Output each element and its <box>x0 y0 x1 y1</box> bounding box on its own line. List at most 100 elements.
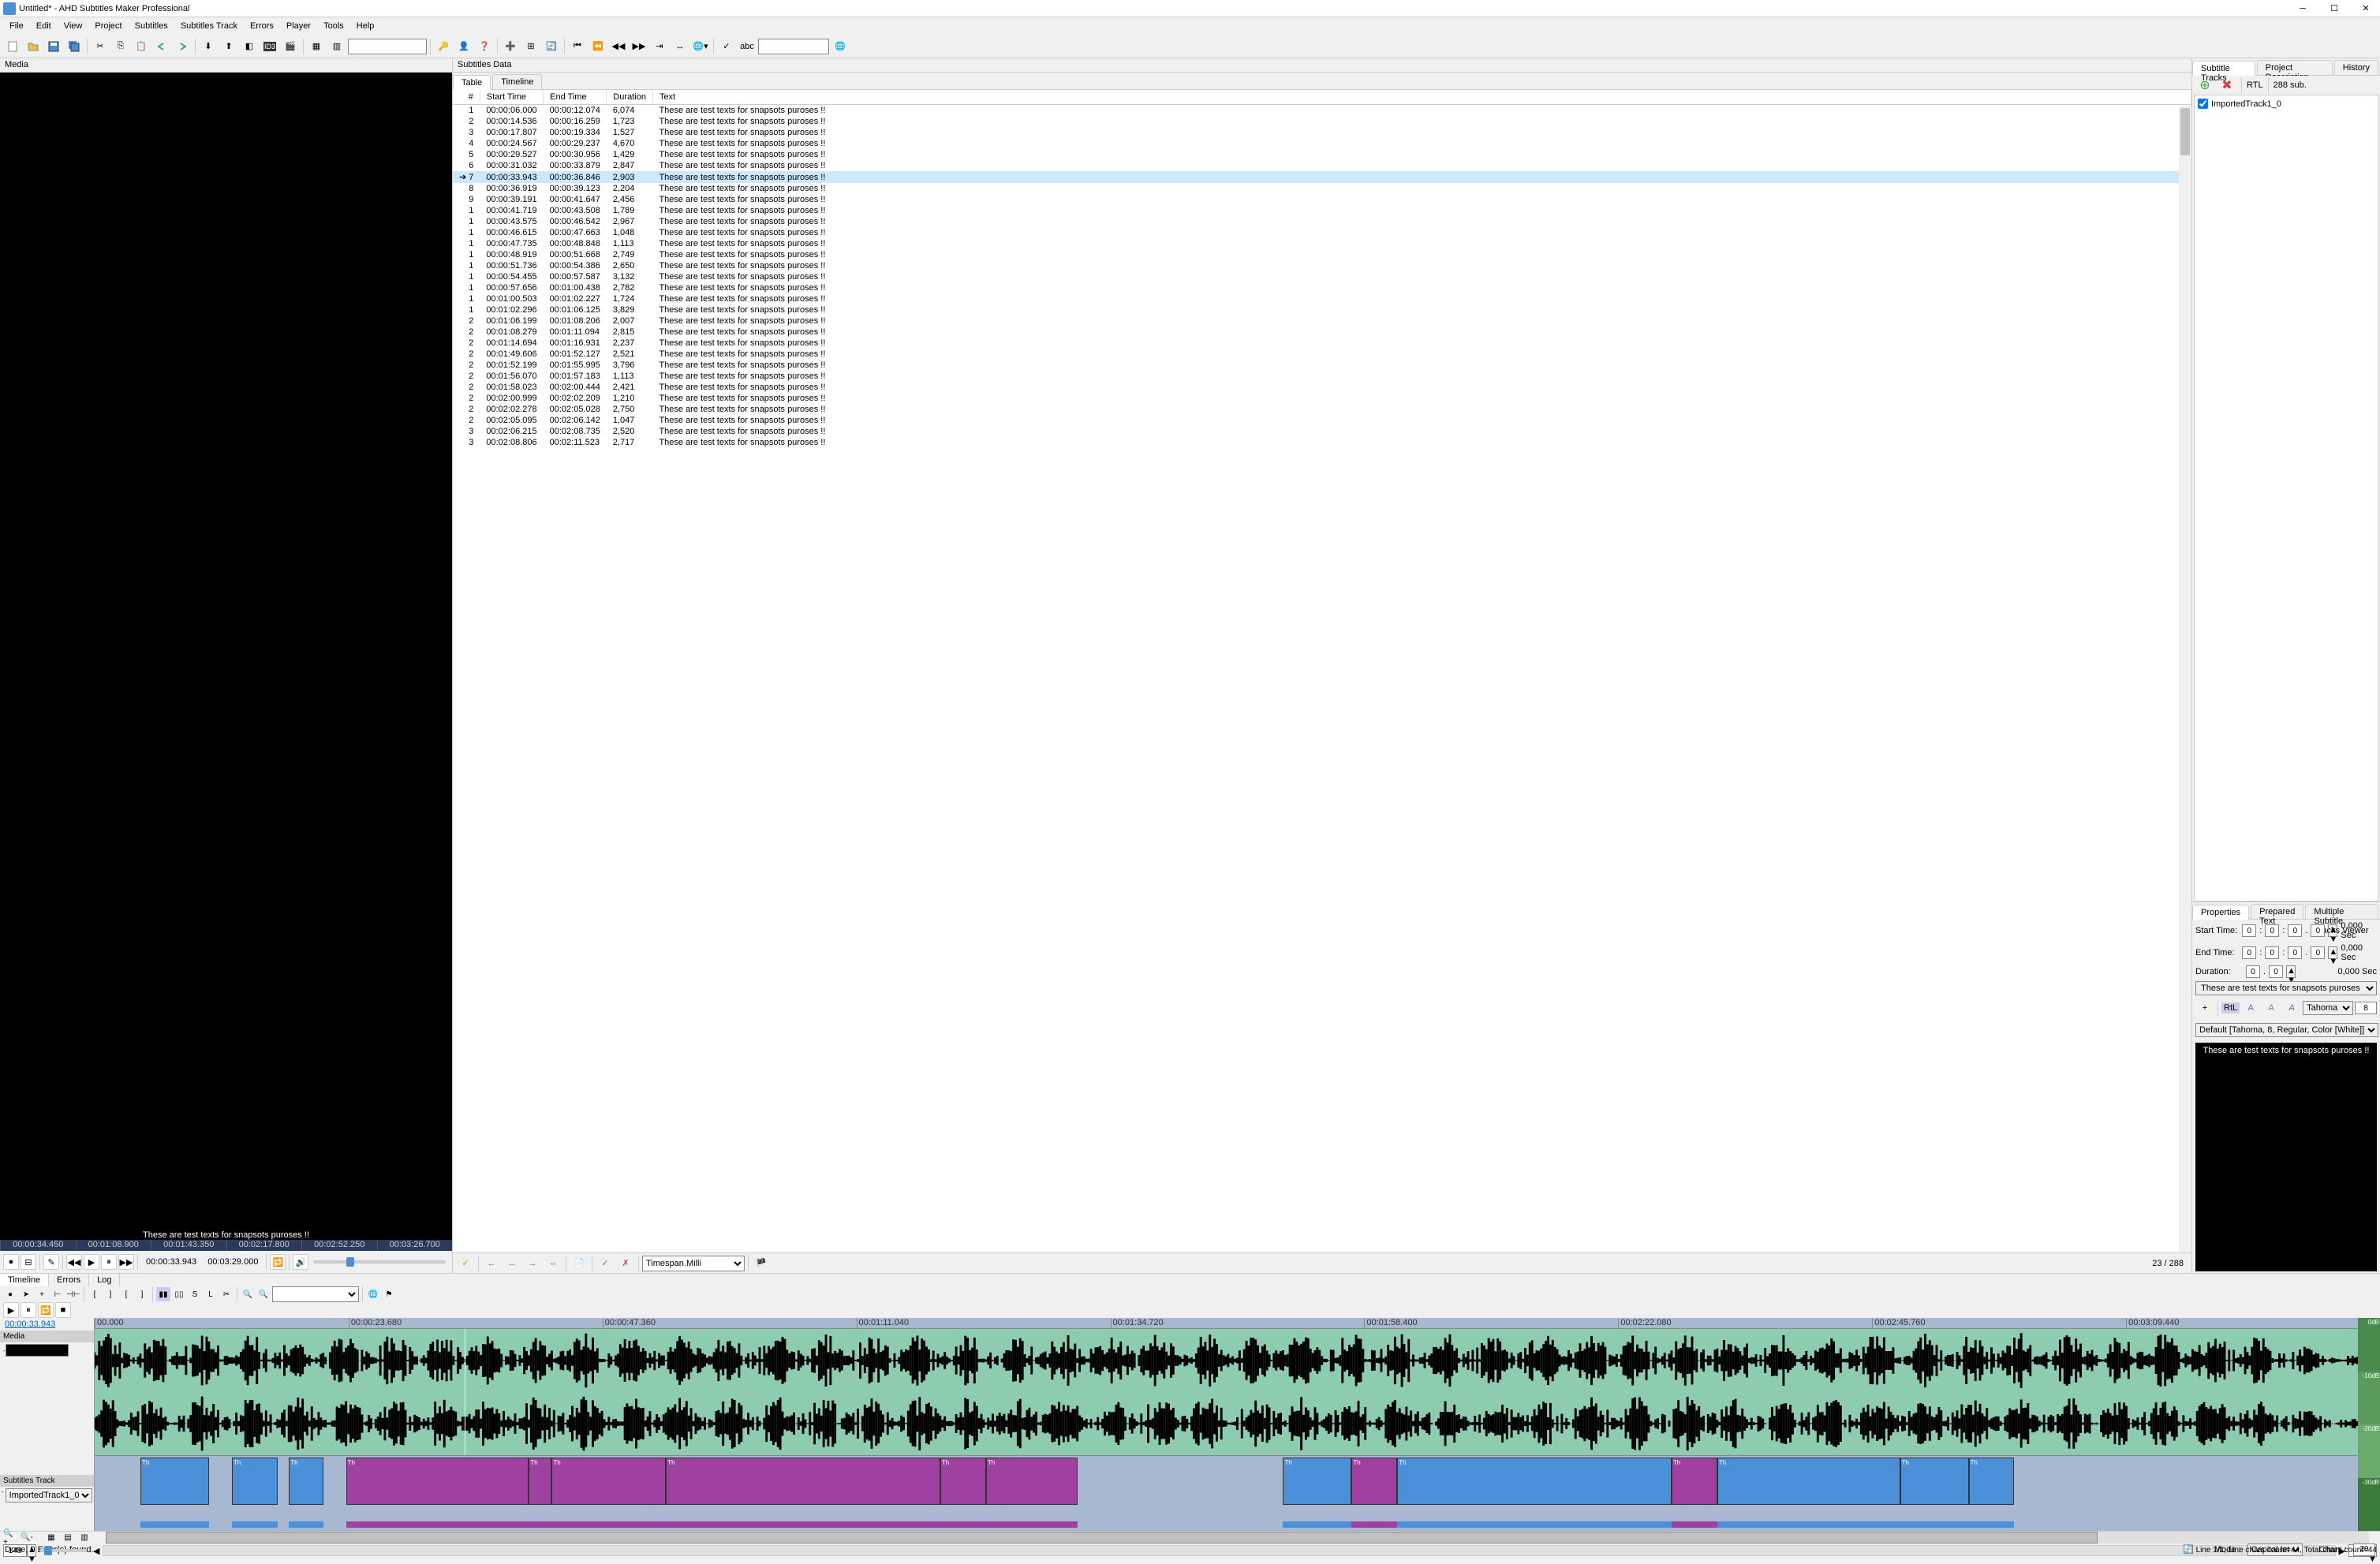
tl-loop-icon[interactable]: 🔁 <box>38 1302 54 1318</box>
flag-icon[interactable]: 🏴 <box>752 1254 771 1273</box>
subtitle-block[interactable]: Th <box>1969 1458 2015 1505</box>
rtl-toggle[interactable]: RtL <box>2221 1002 2240 1013</box>
menu-help[interactable]: Help <box>350 19 381 33</box>
track-checkbox[interactable] <box>2198 99 2208 109</box>
subtitle-row[interactable]: 500:00:29.52700:00:30.9561,429These are … <box>453 149 2191 160</box>
subtitle-row[interactable]: 200:01:06.19900:01:08.2062,007These are … <box>453 315 2191 327</box>
subtitle-block[interactable]: Th <box>140 1458 209 1505</box>
btab-log[interactable]: Log <box>89 1274 120 1286</box>
new-icon[interactable] <box>3 37 22 56</box>
layout-dropdown[interactable] <box>348 39 427 54</box>
subtitle-row[interactable]: 100:00:48.91900:00:51.6682,749These are … <box>453 249 2191 260</box>
translate-icon[interactable]: 🌐 <box>831 37 850 56</box>
cancel-icon[interactable]: ✗ <box>616 1254 635 1273</box>
subtitle-block[interactable]: Th <box>289 1458 323 1505</box>
tl-align-icon[interactable]: ⊢ <box>50 1287 65 1301</box>
subtitle-row[interactable]: 200:02:05.09500:02:06.1421,047These are … <box>453 415 2191 426</box>
subtitle-row[interactable]: 200:02:00.99900:02:02.2091,210These are … <box>453 393 2191 404</box>
refresh-icon[interactable]: 🔄 <box>542 37 561 56</box>
col-num[interactable]: # <box>453 90 480 105</box>
video-ruler[interactable]: 00:00:34.45000:01:08.90000:01:43.35000:0… <box>0 1240 452 1251</box>
tab-timeline[interactable]: Timeline <box>492 74 542 89</box>
end-ms[interactable] <box>2311 946 2325 959</box>
seek-back-icon[interactable]: ◀◀ <box>609 37 628 56</box>
tl-add-icon[interactable]: + <box>35 1287 49 1301</box>
subtitle-row[interactable]: 200:01:52.19900:01:55.9953,796These are … <box>453 360 2191 371</box>
tl-zoom-in2-icon[interactable]: 🔍+ <box>3 1531 17 1545</box>
record-icon[interactable]: ● <box>3 1254 19 1270</box>
subtitle-row[interactable]: 100:00:57.65600:01:00.4382,782These are … <box>453 282 2191 293</box>
subtitle-row[interactable]: 100:01:00.50300:01:02.2271,724These are … <box>453 293 2191 304</box>
pause-icon[interactable]: ⏸ <box>101 1254 117 1270</box>
subtitle-row[interactable]: 100:00:41.71900:00:43.5081,789These are … <box>453 205 2191 216</box>
copy-icon[interactable]: ⎘ <box>111 37 130 56</box>
tl-snap-icon[interactable]: ⊣⊢ <box>66 1287 80 1301</box>
volume-icon[interactable]: 🔊 <box>293 1254 308 1270</box>
subtitle-row[interactable]: 400:00:24.56700:00:29.2374,670These are … <box>453 138 2191 149</box>
subtitle-row[interactable]: 900:00:39.19100:00:41.6472,456These are … <box>453 194 2191 205</box>
save-all-icon[interactable] <box>65 37 84 56</box>
subtitle-row[interactable]: 100:01:02.29600:01:06.1253,829These are … <box>453 304 2191 315</box>
font-family-select[interactable]: Tahoma <box>2303 1001 2353 1015</box>
dur-spinner[interactable]: ▲▼ <box>2286 965 2296 978</box>
zoom-slider[interactable] <box>39 1543 87 1558</box>
track-item[interactable]: ImportedTrack1_0 <box>2196 97 2376 110</box>
subtitle-row[interactable]: 200:01:58.02300:02:00.4442,421These are … <box>453 382 2191 393</box>
paste-icon[interactable]: 📋 <box>132 37 151 56</box>
seek-fwd-icon[interactable]: ▶▶ <box>630 37 648 56</box>
tl-zoom-out2-icon[interactable]: 🔍- <box>20 1531 34 1545</box>
subtitle-track-area[interactable]: ThThThThThThThThThThThThThThThTh <box>95 1455 2380 1518</box>
tl-bracket-r-icon[interactable]: ] <box>103 1287 118 1301</box>
menu-errors[interactable]: Errors <box>244 19 280 33</box>
timeline-current-time[interactable]: 00:00:33.943 <box>0 1318 94 1331</box>
subtitle-row[interactable]: 200:01:49.60600:01:52.1272,521These are … <box>453 349 2191 360</box>
tl-pause-icon[interactable]: ⏸ <box>21 1302 36 1318</box>
tl-bracket-l-icon[interactable]: [ <box>88 1287 102 1301</box>
subtitle-block[interactable]: Th <box>1283 1458 1351 1505</box>
tl-bracket-rb-icon[interactable]: ] <box>135 1287 149 1301</box>
arrow-both-icon[interactable]: ↔ <box>503 1254 521 1273</box>
menu-subtitles[interactable]: Subtitles <box>129 19 174 33</box>
start-h[interactable] <box>2242 924 2256 937</box>
subtitle-row[interactable]: 200:00:14.53600:00:16.2591,723These are … <box>453 116 2191 127</box>
font-default-select[interactable]: Default [Tahoma, 8, Regular, Color [Whit… <box>2195 1023 2378 1037</box>
cut-icon[interactable]: ✂ <box>91 37 110 56</box>
multi-add-icon[interactable]: ⊞ <box>521 37 540 56</box>
timeline-scrollbar[interactable] <box>106 1532 2369 1543</box>
subtitle-row[interactable]: 300:00:17.80700:00:19.3341,527These are … <box>453 127 2191 138</box>
expand-icon[interactable]: ↔ <box>671 37 689 56</box>
menu-edit[interactable]: Edit <box>30 19 58 33</box>
subtitle-block[interactable]: Th <box>1900 1458 1969 1505</box>
minimap[interactable] <box>95 1520 2380 1529</box>
tl-flag-icon[interactable]: ⚑ <box>382 1287 396 1301</box>
subtitle-row[interactable]: 600:00:31.03200:00:33.8792,847These are … <box>453 160 2191 171</box>
subtitle-block[interactable]: Th <box>1397 1458 1672 1505</box>
tl-track-select[interactable]: ImportedTrack1_0 <box>6 1488 92 1502</box>
subtitle-block[interactable]: Th <box>1351 1458 1397 1505</box>
import-icon[interactable]: ⬇ <box>199 37 218 56</box>
layout1-icon[interactable]: ▦ <box>307 37 326 56</box>
prev-frame-icon[interactable]: ◀◀ <box>66 1254 82 1270</box>
menu-file[interactable]: File <box>3 19 30 33</box>
track-list[interactable]: ImportedTrack1_0 <box>2194 95 2378 901</box>
arrow-left-icon[interactable]: ← <box>482 1254 501 1273</box>
tab-table[interactable]: Table <box>453 75 491 90</box>
add-font-icon[interactable]: + <box>2195 998 2214 1017</box>
subtitle-row[interactable]: 800:00:36.91900:00:39.1232,204These are … <box>453 183 2191 194</box>
col-text[interactable]: Text <box>652 90 2191 105</box>
tl-zoom-out-icon[interactable]: 🔍 <box>256 1287 271 1301</box>
tl-record-icon[interactable]: ● <box>3 1287 17 1301</box>
volume-slider[interactable] <box>313 1255 446 1269</box>
subtitle-row[interactable]: 100:00:06.00000:00:12.0746,074These are … <box>453 105 2191 117</box>
maximize-button[interactable]: ☐ <box>2323 1 2345 17</box>
tl-mode-a-icon[interactable]: ▦ <box>44 1531 58 1545</box>
layout2-icon[interactable]: ▥ <box>327 37 346 56</box>
subtitle-row[interactable]: 300:02:08.80600:02:11.5232,717These are … <box>453 437 2191 448</box>
tl-globe-icon[interactable]: 🌐 <box>366 1287 380 1301</box>
seek-start-icon[interactable]: ⏮ <box>568 37 587 56</box>
tab-tracks[interactable]: Subtitle Tracks <box>2192 61 2255 76</box>
tl-stop-icon[interactable]: ■ <box>55 1302 71 1318</box>
menu-tools[interactable]: Tools <box>317 19 350 33</box>
subtitle-text-input[interactable]: These are test texts for snapsots purose… <box>2195 981 2377 995</box>
subtitle-row[interactable]: 100:00:43.57500:00:46.5422,967These are … <box>453 216 2191 227</box>
